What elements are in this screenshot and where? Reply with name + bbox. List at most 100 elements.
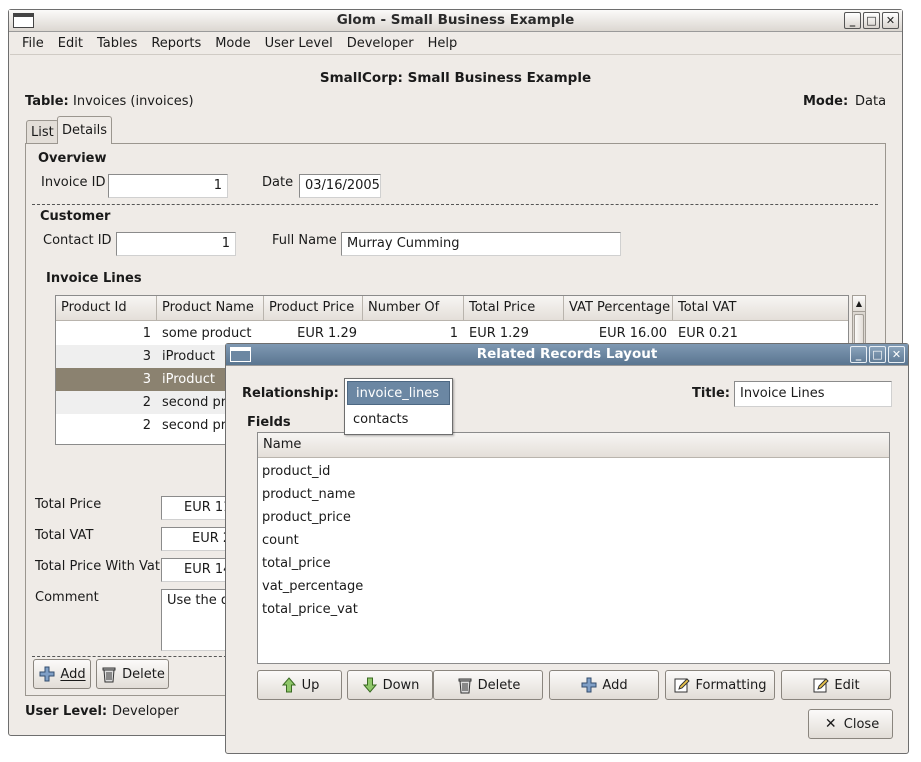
list-item[interactable]: product_id [262,460,330,483]
cell-total-vat: EUR 0.21 [678,326,738,341]
plus-icon [38,665,56,683]
window-menu-icon[interactable] [13,13,34,28]
invoice-lines-heading: Invoice Lines [46,271,142,286]
invoice-id-field[interactable]: 1 [108,174,228,198]
maximize-icon[interactable]: □ [863,12,880,29]
table-label: Table: [25,94,69,109]
table-value: Invoices (invoices) [73,94,194,109]
edit-document-icon [812,676,830,694]
list-item[interactable]: product_name [262,483,355,506]
trash-icon [100,665,118,683]
total-with-vat-label: Total Price With Vat [35,559,160,574]
relationship-option-invoice-lines[interactable]: invoice_lines [347,381,450,405]
mode-label: Mode: [803,94,849,109]
dialog-delete-button[interactable]: Delete [433,670,543,700]
contact-id-field[interactable]: 1 [116,232,236,256]
down-button[interactable]: Down [347,670,433,700]
menu-mode[interactable]: Mode [213,36,258,51]
total-price-field[interactable]: EUR 11 [161,496,231,520]
relationship-option-contacts[interactable]: contacts [345,407,452,433]
delete-button[interactable]: Delete [96,659,169,689]
menu-developer[interactable]: Developer [345,36,422,51]
up-button-label: Up [301,677,320,693]
main-titlebar[interactable]: Glom - Small Business Example _ □ ✕ [9,10,902,32]
down-button-label: Down [382,677,420,693]
dialog-title-label: Title: [692,386,731,401]
cell-product-id: 2 [142,418,151,433]
cell-product-id: 1 [142,326,151,341]
formatting-button[interactable]: Formatting [665,670,775,700]
tab-details[interactable]: Details [57,116,113,144]
edit-button[interactable]: Edit [781,670,891,700]
full-name-field[interactable]: Murray Cumming [341,232,621,256]
col-name[interactable]: Name [258,433,889,458]
menu-edit[interactable]: Edit [56,36,91,51]
col-vat-percentage[interactable]: VAT Percentage [564,296,673,321]
dialog-add-button[interactable]: Add [549,670,659,700]
col-total-vat[interactable]: Total VAT [673,296,848,321]
formatting-label: Formatting [695,677,767,693]
dialog-titlebar[interactable]: Related Records Layout _ □ ✕ [226,344,908,366]
col-product-price[interactable]: Product Price [264,296,363,321]
scroll-up-icon[interactable]: ▲ [853,296,865,312]
list-item[interactable]: vat_percentage [262,575,363,598]
plus-icon [580,676,598,694]
relationship-label: Relationship: [242,386,339,401]
cell-product-price: EUR 1.29 [297,326,357,341]
minimize-icon[interactable]: _ [844,12,861,29]
dialog-add-label: Add [602,677,628,693]
relationship-dropdown[interactable]: invoice_lines contacts [344,378,453,435]
fields-heading: Fields [247,415,291,430]
full-name-label: Full Name [272,233,337,248]
cell-number-of: 1 [449,326,458,341]
dialog-minimize-icon[interactable]: _ [850,346,867,363]
close-button[interactable]: ✕ Close [808,709,893,739]
fields-list[interactable]: Name product_id product_name product_pri… [257,432,890,664]
date-field[interactable]: 03/16/2005 [299,174,381,198]
list-item[interactable]: count [262,529,299,552]
edit-label: Edit [834,677,860,693]
list-item[interactable]: total_price_vat [262,598,358,621]
list-item[interactable]: total_price [262,552,331,575]
col-number-of[interactable]: Number Of [363,296,464,321]
close-icon[interactable]: ✕ [882,12,899,29]
user-level-label: User Level: [25,704,108,719]
list-item[interactable]: product_price [262,506,351,529]
col-total-price[interactable]: Total Price [464,296,564,321]
trash-icon [456,676,474,694]
menu-file[interactable]: File [20,36,52,51]
total-vat-field[interactable]: EUR 2 [161,527,231,551]
col-product-id[interactable]: Product Id [56,296,157,321]
close-x-icon: ✕ [824,716,837,732]
main-window-title: Glom - Small Business Example [336,12,575,28]
dialog-title-field[interactable]: Invoice Lines [734,381,892,407]
total-with-vat-field[interactable]: EUR 14 [161,558,231,582]
overview-heading: Overview [38,151,107,166]
delete-button-label: Delete [122,666,165,682]
dialog-window-menu-icon[interactable] [230,347,251,362]
invoice-id-label: Invoice ID [41,175,106,190]
dialog-maximize-icon[interactable]: □ [869,346,886,363]
menu-help[interactable]: Help [426,36,466,51]
cell-product-id: 3 [142,349,151,364]
col-product-name[interactable]: Product Name [157,296,264,321]
cell-product-id: 3 [142,372,151,387]
arrow-down-icon [361,676,379,694]
table-row[interactable]: 1 some product EUR 1.29 1 EUR 1.29 EUR 1… [56,322,848,345]
add-button[interactable]: Add [33,659,91,689]
dialog-delete-label: Delete [477,677,521,693]
tab-list[interactable]: List [26,120,59,144]
menu-user-level[interactable]: User Level [263,36,341,51]
edit-document-icon [673,676,691,694]
menu-reports[interactable]: Reports [149,36,209,51]
cell-vat-percentage: EUR 16.00 [598,326,667,341]
cell-product-name: some product [162,326,252,341]
dialog-close-icon[interactable]: ✕ [888,346,905,363]
customer-heading: Customer [40,209,111,224]
comment-field[interactable]: Use the d [161,589,231,651]
related-records-dialog: Related Records Layout _ □ ✕ Relationshi… [225,343,909,754]
up-button[interactable]: Up [257,670,342,700]
dialog-title: Related Records Layout [476,346,658,362]
menu-tables[interactable]: Tables [95,36,145,51]
separator [32,204,878,205]
